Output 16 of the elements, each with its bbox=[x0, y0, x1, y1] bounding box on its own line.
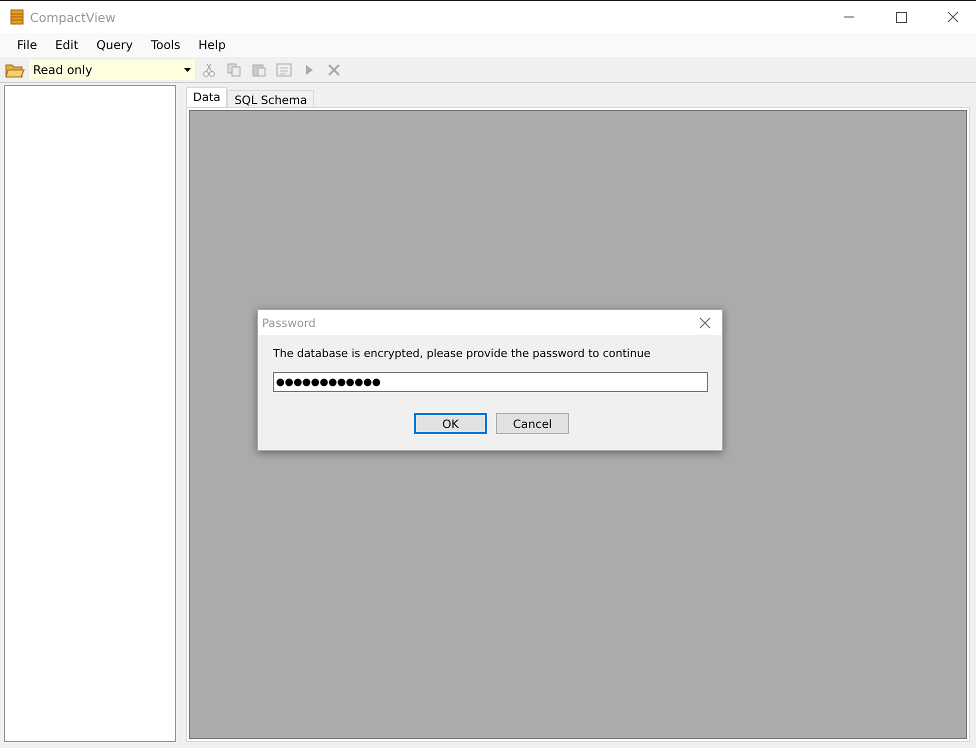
dialog-message: The database is encrypted, please provide the password to continue bbox=[273, 347, 652, 360]
database-icon bbox=[10, 9, 24, 25]
ok-button[interactable]: OK bbox=[414, 413, 487, 434]
menu-item[interactable]: Help bbox=[189, 38, 235, 52]
mode-dropdown[interactable]: Read only bbox=[29, 60, 195, 80]
dialog-title: Password bbox=[262, 316, 316, 330]
menu-item[interactable]: Edit bbox=[46, 38, 88, 52]
caret-icon bbox=[184, 68, 191, 72]
menu-item[interactable]: File bbox=[8, 38, 46, 52]
tab[interactable]: SQL Schema bbox=[227, 90, 314, 107]
menu-item[interactable]: Tools bbox=[142, 38, 190, 52]
menu-item[interactable]: Query bbox=[87, 38, 142, 52]
tab[interactable]: Data bbox=[186, 87, 228, 107]
window-title: CompactView bbox=[30, 10, 117, 24]
password-field[interactable]: ●●●●●●●●●●●● bbox=[273, 372, 708, 392]
cancel-button[interactable]: Cancel bbox=[496, 413, 569, 434]
